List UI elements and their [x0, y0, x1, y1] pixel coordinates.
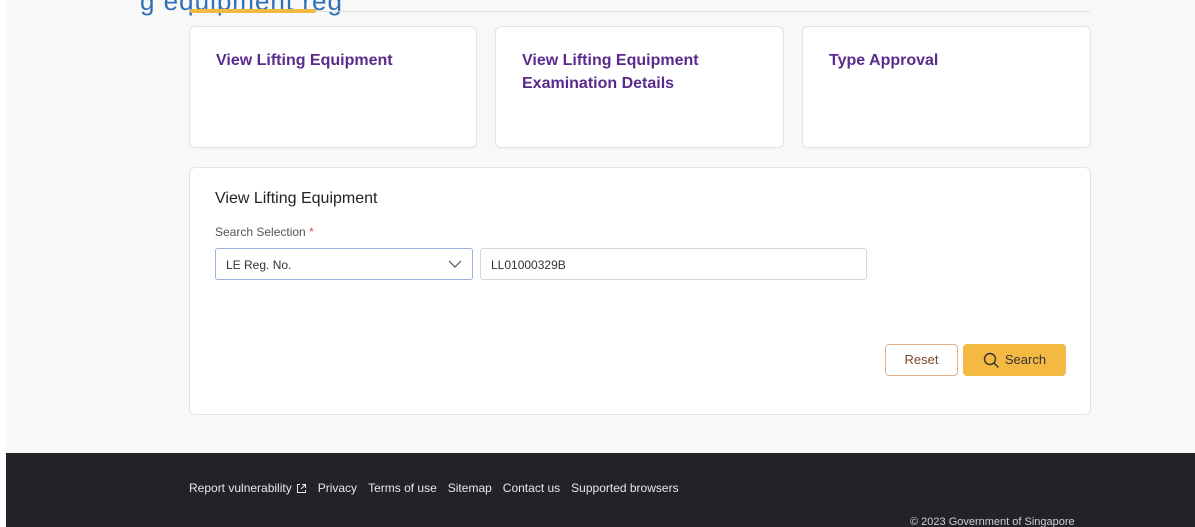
card-title: View Lifting Equipment Examination Detai…	[522, 52, 699, 92]
panel-title: View Lifting Equipment	[215, 190, 378, 207]
search-panel: View Lifting Equipment Search Selection …	[189, 167, 1091, 415]
search-input[interactable]: LL01000329B	[480, 248, 867, 280]
card-title: View Lifting Equipment	[216, 52, 393, 69]
external-link-icon	[296, 483, 306, 493]
footer-links: Report vulnerability Privacy Terms of us…	[189, 481, 679, 495]
footer-link-report-vulnerability[interactable]: Report vulnerability	[189, 481, 307, 495]
reset-button[interactable]: Reset	[885, 344, 958, 376]
footer-link-privacy[interactable]: Privacy	[318, 481, 357, 495]
footer-link-supported-browsers[interactable]: Supported browsers	[571, 481, 678, 495]
search-selection-dropdown[interactable]: LE Reg. No.	[215, 248, 473, 280]
footer: Report vulnerability Privacy Terms of us…	[6, 453, 1195, 527]
footer-link-contact[interactable]: Contact us	[503, 481, 560, 495]
tab-divider	[190, 11, 1090, 12]
card-view-lifting-equipment[interactable]: View Lifting Equipment	[189, 26, 477, 148]
search-selection-text: Search Selection	[215, 225, 306, 239]
chevron-down-icon	[448, 260, 462, 268]
search-button[interactable]: Search	[963, 344, 1066, 376]
search-button-label: Search	[1004, 352, 1047, 367]
copyright-text: © 2023 Government of Singapore	[910, 516, 1075, 527]
footer-link-label: Report vulnerability	[189, 481, 292, 495]
dropdown-value: LE Reg. No.	[226, 258, 292, 272]
card-view-examination-details[interactable]: View Lifting Equipment Examination Detai…	[495, 26, 784, 148]
footer-link-sitemap[interactable]: Sitemap	[448, 481, 492, 495]
footer-link-terms[interactable]: Terms of use	[368, 481, 437, 495]
required-mark: *	[309, 225, 314, 239]
card-title: Type Approval	[829, 52, 939, 69]
card-type-approval[interactable]: Type Approval	[802, 26, 1091, 148]
active-tab-indicator	[190, 9, 316, 13]
search-icon	[983, 352, 999, 368]
search-selection-label: Search Selection *	[215, 225, 314, 239]
